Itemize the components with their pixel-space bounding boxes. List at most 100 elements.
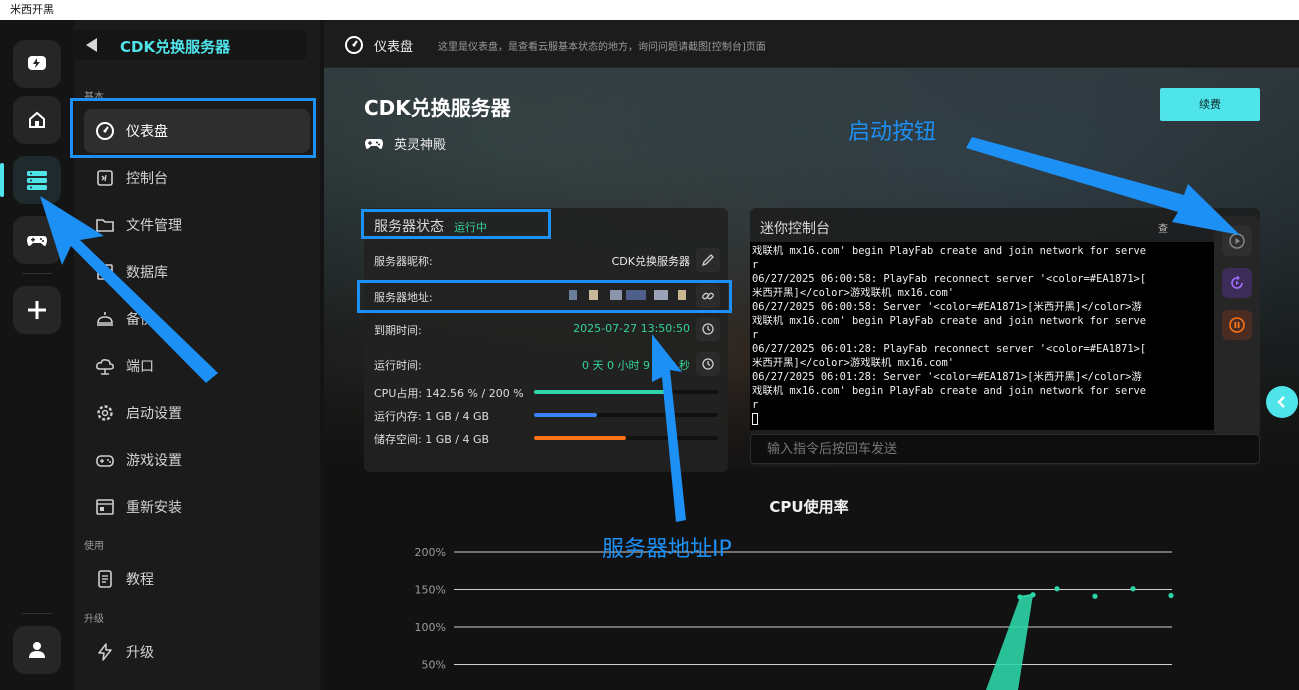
console-command-input[interactable]	[750, 434, 1260, 464]
sidebar-item-label: 文件管理	[126, 218, 182, 234]
uptime-history-button[interactable]	[696, 352, 720, 376]
sidebar-item-label: 升级	[126, 645, 154, 661]
console-line: 米西开黑]</color>游戏联机 mx16.com'	[752, 287, 954, 299]
console-line: r	[752, 259, 759, 271]
chart-point	[1092, 593, 1098, 599]
sidebar-item-label: 重新安装	[126, 500, 182, 516]
pencil-icon	[701, 254, 714, 267]
console-line: 戏联机 mx16.com' begin PlayFab create and j…	[752, 245, 1147, 257]
gamepad-icon	[365, 138, 383, 149]
game-name: 英灵神殿	[394, 138, 447, 153]
annotation-box-address	[357, 280, 732, 313]
expire-row: 到期时间: 2025-07-27 13:50:50	[374, 317, 720, 341]
sidebar-item-game-settings[interactable]: 游戏设置	[84, 438, 310, 482]
cpu-usage-fill	[534, 390, 666, 394]
mini-console: 迷你控制台 查 戏联机 mx16.com' begin PlayFab crea…	[750, 208, 1260, 466]
home-icon	[29, 111, 45, 128]
back-arrow-icon[interactable]	[86, 38, 97, 52]
chat-bolt-icon	[28, 56, 46, 70]
sidebar-item-console[interactable]: 控制台	[84, 156, 310, 200]
annotation-box-status	[361, 209, 551, 239]
chart-ytick-label: 150%	[415, 584, 446, 597]
app-root: 米西开黑 CDK兑换服务器 基本 仪表盘 控制台 文件管理 数据库 备份 端口 …	[0, 0, 1299, 690]
console-output: 戏联机 mx16.com' begin PlayFab create and j…	[750, 242, 1214, 430]
rail-user-button[interactable]	[13, 626, 61, 674]
history-icon	[702, 358, 714, 370]
collapse-panel-button[interactable]	[1266, 386, 1298, 418]
console-line: 米西开黑]</color>游戏联机 mx16.com'	[752, 357, 954, 369]
sidebar-item-label: 备份	[126, 312, 154, 328]
uptime-label: 运行时间:	[374, 359, 422, 372]
rail-home-button[interactable]	[13, 96, 61, 144]
sidebar-item-backup[interactable]: 备份	[84, 297, 310, 341]
expire-history-button[interactable]	[696, 317, 720, 341]
rail-server-button[interactable]	[13, 156, 61, 204]
sidebar-item-label: 控制台	[126, 171, 168, 187]
chart-ytick-label: 50%	[422, 659, 446, 672]
sidebar-item-startup-settings[interactable]: 启动设置	[84, 391, 310, 435]
stop-server-button[interactable]	[1222, 310, 1252, 340]
server-control-column	[1214, 216, 1260, 436]
nickname-label: 服务器昵称:	[374, 255, 433, 268]
gear-icon	[94, 402, 116, 424]
rail-separator	[22, 613, 52, 614]
console-line: 06/27/2025 06:00:58: Server '<color=#EA1…	[752, 301, 1142, 313]
sidebar-item-ports[interactable]: 端口	[84, 344, 310, 388]
app-rail	[0, 20, 72, 690]
sidebar-item-label: 数据库	[126, 265, 168, 281]
sidebar-item-reinstall[interactable]: 重新安装	[84, 485, 310, 529]
sidebar-item-label: 端口	[126, 359, 154, 375]
cpu-usage-row: CPU占用: 142.56 % / 200 %	[374, 384, 720, 400]
console-line: 06/27/2025 06:01:28: PlayFab reconnect s…	[752, 343, 1147, 355]
top-bar: 仪表盘 这里是仪表盘，是查看云服基本状态的地方，询问问题请截图[控制台]页面	[324, 20, 1299, 68]
rail-add-button[interactable]	[13, 286, 61, 334]
uptime-row: 运行时间: 0 天 0 小时 9 分钟 秒	[374, 352, 720, 376]
console-more-link[interactable]: 查	[1158, 220, 1168, 235]
chart-point	[1030, 592, 1036, 598]
chart-area	[986, 594, 1033, 690]
rail-chat-button[interactable]	[13, 40, 61, 88]
restart-server-button[interactable]	[1222, 268, 1252, 298]
console-line: 06/27/2025 06:01:28: Server '<color=#EA1…	[752, 371, 1142, 383]
page-hint: 这里是仪表盘，是查看云服基本状态的地方，询问问题请截图[控制台]页面	[438, 42, 766, 53]
plus-icon	[28, 301, 46, 319]
reinstall-icon	[94, 496, 116, 518]
cpu-usage-label: CPU占用: 142.56 % / 200 %	[374, 387, 524, 400]
console-line: r	[752, 399, 759, 411]
window-title: 米西开黑	[0, 0, 1299, 20]
server-status-panel: 服务器状态 运行中 服务器昵称: CDK兑换服务器 服务器地址: 到期时间: 2…	[364, 208, 728, 472]
page-title: 仪表盘	[374, 40, 414, 55]
chart-ytick-label: 200%	[415, 546, 446, 559]
network-icon	[94, 355, 116, 377]
sidebar-header: CDK兑换服务器	[74, 30, 306, 60]
gamepad-icon	[94, 449, 116, 471]
restart-icon	[1231, 275, 1243, 289]
chevron-left-icon	[1277, 396, 1285, 408]
sidebar-item-label: 教程	[126, 572, 154, 588]
chart-point	[1054, 586, 1060, 592]
console-title: 迷你控制台	[760, 221, 830, 237]
section-upgrade: 升级	[84, 614, 104, 625]
start-server-button[interactable]	[1222, 226, 1252, 256]
rail-game-button[interactable]	[13, 216, 61, 264]
sidebar-item-database[interactable]: 数据库	[84, 250, 310, 294]
disk-usage-fill	[534, 436, 626, 440]
chart-point	[1168, 592, 1174, 599]
pause-icon	[1229, 317, 1245, 333]
cpu-usage-chart: 200% 150% 100% 50%	[415, 546, 1174, 690]
sidebar-item-upgrade[interactable]: 升级	[84, 630, 310, 674]
renew-button[interactable]: 续费	[1160, 88, 1260, 121]
play-icon	[1229, 233, 1245, 249]
cpu-usage-track	[534, 390, 718, 394]
sidebar-item-tutorial[interactable]: 教程	[84, 557, 310, 601]
edit-nickname-button[interactable]	[696, 248, 720, 272]
nickname-value: CDK兑换服务器	[611, 255, 690, 268]
memory-usage-track	[534, 413, 718, 417]
sidebar-item-files[interactable]: 文件管理	[84, 203, 310, 247]
user-icon	[29, 642, 45, 658]
expire-label: 到期时间:	[374, 324, 422, 337]
document-icon	[94, 568, 116, 590]
dashboard-icon	[344, 35, 364, 59]
rail-separator	[22, 273, 52, 274]
folder-icon	[94, 214, 116, 236]
